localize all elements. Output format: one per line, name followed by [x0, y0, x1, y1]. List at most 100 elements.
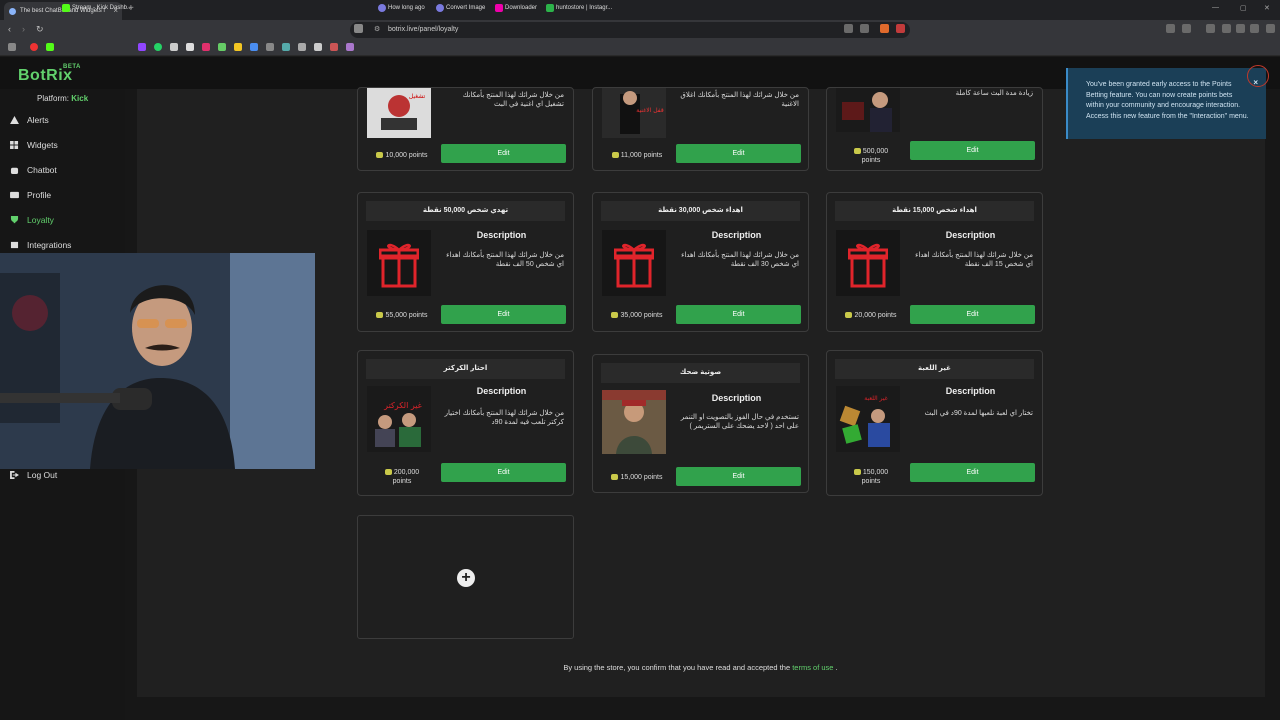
reward-title: اهداء شخص 30,000 نقطة: [601, 201, 800, 221]
reward-image: [836, 88, 900, 132]
bookmark-twitch-icon[interactable]: [138, 43, 146, 51]
bookmark-item[interactable]: How long ago: [378, 3, 425, 13]
rewards-icon[interactable]: [896, 24, 905, 33]
description-heading: Description: [711, 230, 762, 240]
sidebar-item-profile[interactable]: Profile: [10, 188, 51, 202]
reward-points: 15,000 points: [605, 473, 669, 482]
streamer-webcam-image: [0, 253, 315, 469]
reward-title: صوتية ضحك: [601, 363, 800, 383]
edit-button[interactable]: Edit: [441, 305, 566, 324]
svg-text:غير الكركتر: غير الكركتر: [383, 401, 422, 410]
bookmark-x-icon[interactable]: [170, 43, 178, 51]
reward-image: غير اللعبة: [836, 386, 900, 452]
bookmark-icon[interactable]: [250, 43, 258, 51]
edit-button[interactable]: Edit: [910, 463, 1035, 482]
minimize-icon[interactable]: —: [1212, 4, 1219, 11]
reward-card: غير اللعبة غير اللعبة Description تختار …: [826, 350, 1043, 496]
reward-image: تشغيل: [367, 88, 431, 138]
extension-icon[interactable]: [1236, 24, 1245, 33]
reward-image: [836, 230, 900, 296]
reward-points: 11,000 points: [605, 151, 669, 160]
site-info-icon[interactable]: ⚙: [374, 22, 380, 38]
coin-icon: [376, 312, 384, 318]
reload-icon[interactable]: ↻: [36, 24, 44, 35]
bookmark-item[interactable]: Downloader: [495, 3, 537, 13]
maximize-icon[interactable]: ▢: [1240, 4, 1247, 12]
back-icon[interactable]: ‹: [8, 24, 11, 34]
description-heading: Description: [711, 393, 762, 403]
sidebar-item-loyalty[interactable]: Loyalty: [10, 213, 54, 227]
logout-button[interactable]: Log Out: [10, 469, 57, 481]
reward-description: من خلال شرائك لهذا المنتج بأمكانك اهداء …: [681, 252, 799, 268]
warning-icon: [10, 116, 19, 124]
forward-icon[interactable]: ›: [22, 24, 25, 34]
reward-points: 150,000 points: [839, 468, 903, 486]
add-reward-card[interactable]: +: [357, 515, 574, 639]
coin-icon: [845, 312, 853, 318]
bookmark-icon[interactable]: [234, 43, 242, 51]
bookmark-instagram-icon[interactable]: [202, 43, 210, 51]
coin-icon: [611, 152, 619, 158]
notification-toast: You've been granted early access to the …: [1066, 68, 1266, 139]
coin-icon: [376, 152, 384, 158]
brave-shield-icon[interactable]: [880, 24, 889, 33]
menu-icon[interactable]: [1266, 24, 1275, 33]
terms-of-use-link[interactable]: terms of use: [792, 663, 833, 672]
reward-description: زيادة مدة البث ساعة كاملة: [955, 90, 1033, 97]
id-card-icon: [10, 191, 19, 199]
reward-image: قفل الاغنية: [602, 88, 666, 138]
bookmark-icon[interactable]: [266, 43, 274, 51]
bookmark-tiktok-icon[interactable]: [186, 43, 194, 51]
sidebar-item-widgets[interactable]: Widgets: [10, 138, 58, 152]
vpn-icon[interactable]: [1250, 24, 1259, 33]
tab-favicon-icon: [9, 8, 16, 15]
extension-icon[interactable]: [1166, 24, 1175, 33]
description-heading: Description: [476, 230, 527, 240]
sidebar-item-chatbot[interactable]: Chatbot: [10, 163, 57, 177]
bookmark-item[interactable]: Stream - Kick Dashb...: [62, 3, 132, 13]
coin-icon: [853, 148, 861, 154]
botrix-logo[interactable]: BotRix BETA: [18, 64, 80, 85]
bookmark-icon[interactable]: [330, 43, 338, 51]
window-close-icon[interactable]: ✕: [1264, 4, 1270, 12]
sidebar-item-integrations[interactable]: Integrations: [10, 238, 71, 252]
reward-points: 200,000 points: [370, 468, 434, 486]
bookmark-whatsapp-icon[interactable]: [154, 43, 162, 51]
bookmark-icon[interactable]: [314, 43, 322, 51]
edit-button[interactable]: Edit: [676, 467, 801, 486]
bookmark-icon[interactable]: [282, 43, 290, 51]
notification-indicator-icon[interactable]: [1247, 65, 1269, 87]
address-bar[interactable]: ⚙ botrix.live/panel/loyalty: [350, 22, 910, 38]
apps-grid-icon[interactable]: [8, 43, 16, 51]
plus-circle-icon[interactable]: +: [457, 569, 475, 587]
reward-card: قفل الاغنية من خلال شرائك لهذا المنتج بأ…: [592, 87, 809, 171]
reward-title: احتار الكركتر: [366, 359, 565, 379]
reward-description: تستخدم في حال الفوز بالتصويت او التنمر ع…: [680, 414, 799, 430]
extension-icon[interactable]: [1222, 24, 1231, 33]
translate-icon[interactable]: [844, 24, 853, 33]
bookmark-star-icon[interactable]: [354, 24, 363, 33]
share-icon[interactable]: [860, 24, 869, 33]
bookmark-icon[interactable]: [298, 43, 306, 51]
platform-indicator: Platform: Kick: [37, 94, 89, 103]
edit-button[interactable]: Edit: [910, 305, 1035, 324]
edit-button[interactable]: Edit: [910, 141, 1035, 160]
edit-button[interactable]: Edit: [676, 305, 801, 324]
reward-description: من خلال شرائك لهذا المنتج بأمكانك اهداء …: [446, 252, 564, 268]
bookmark-icon[interactable]: [218, 43, 226, 51]
sidebar-item-alerts[interactable]: Alerts: [10, 113, 49, 127]
coin-icon: [611, 474, 619, 480]
edit-button[interactable]: Edit: [441, 463, 566, 482]
bookmark-item[interactable]: Convert Image: [436, 3, 485, 13]
extension-icon[interactable]: [1182, 24, 1191, 33]
sidebar-toggle-icon[interactable]: [1206, 24, 1215, 33]
bookmark-youtube-icon[interactable]: [30, 43, 38, 51]
reward-points: 10,000 points: [370, 151, 434, 160]
bookmark-item[interactable]: huntostore | Instagr...: [546, 3, 612, 13]
edit-button[interactable]: Edit: [441, 144, 566, 163]
bookmark-kick-icon[interactable]: [46, 43, 54, 51]
bookmark-icon[interactable]: [346, 43, 354, 51]
reward-image: [602, 390, 666, 454]
reward-description: من خلال شرائك لهذا المنتج بأمكانك اختيار…: [444, 410, 564, 426]
edit-button[interactable]: Edit: [676, 144, 801, 163]
